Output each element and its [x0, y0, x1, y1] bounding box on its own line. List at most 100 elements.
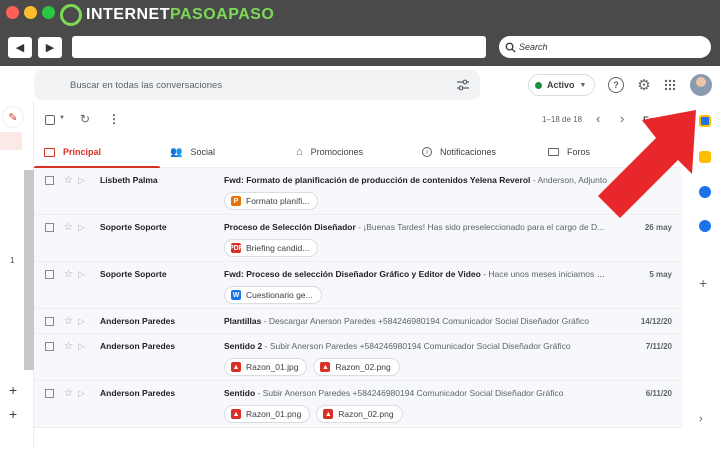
important-marker-icon[interactable]: ▷ [78, 175, 100, 186]
tab-promociones[interactable]: ⌂ Promociones [286, 136, 412, 168]
select-menu-chevron-icon[interactable]: ▼ [59, 115, 65, 121]
attachment-name: Razon_02.png [338, 409, 394, 419]
category-tabs: Principal 👥 Social ⌂ Promociones i Notifica… [34, 136, 682, 169]
file-type-icon: ▲ [320, 362, 331, 372]
email-subject: Sentido 2 [224, 341, 263, 351]
email-subject-line: Proceso de Selección Diseñador - ¡Buenas… [224, 222, 608, 232]
star-icon[interactable]: ☆ [64, 222, 78, 233]
important-marker-icon[interactable]: ▷ [78, 388, 100, 399]
attachment-name: Formato planifi... [246, 196, 310, 206]
attachment-list: W Cuestionario ge... [224, 286, 682, 308]
status-dropdown[interactable]: Activo ▼ [528, 74, 595, 96]
email-subject-line: Sentido 2 - Subir Anerson Paredes +58424… [224, 341, 608, 351]
star-icon[interactable]: ☆ [64, 175, 78, 186]
mail-search-placeholder: Buscar en todas las conversaciones [70, 79, 223, 91]
attachment-name: Razon_01.png [246, 409, 302, 419]
important-marker-icon[interactable]: ▷ [78, 222, 100, 233]
add-label-icon[interactable]: + [9, 382, 17, 398]
tab-label: Notificaciones [440, 147, 497, 157]
email-sender: Anderson Paredes [100, 316, 176, 326]
expand-panel-icon[interactable]: › [699, 413, 703, 425]
email-snippet: - Subir Anerson Paredes +584246980194 Co… [255, 388, 564, 398]
email-row[interactable]: ☆ ▷ Anderson Paredes Sentido 2 - Subir Aner… [34, 334, 682, 381]
back-button[interactable]: ◀ [8, 37, 32, 58]
email-row[interactable]: ☆ ▷ Anderson Paredes Sentido - Subir Anerso… [34, 381, 682, 428]
left-scrollbar[interactable] [24, 170, 34, 370]
forward-button[interactable]: ▶ [38, 37, 62, 58]
email-subject: Sentido [224, 388, 256, 398]
mail-search-input[interactable]: Buscar en todas las conversaciones [34, 70, 480, 100]
minimize-window-icon[interactable] [24, 6, 37, 19]
tab-social[interactable]: 👥 Social [160, 136, 286, 168]
email-row[interactable]: ☆ ▷ Soporte Soporte Fwd: Proceso de selecci… [34, 262, 682, 309]
attachment-chip[interactable]: P Formato planifi... [224, 192, 319, 210]
row-checkbox[interactable] [45, 175, 54, 185]
active-status-icon [535, 81, 542, 89]
settings-gear-icon[interactable]: ⚙ [635, 76, 653, 94]
help-icon[interactable]: ? [608, 77, 624, 93]
select-all-checkbox[interactable] [45, 115, 55, 125]
email-row[interactable]: ☆ ▷ Soporte Soporte Proceso de Selección Di… [34, 215, 682, 262]
chevron-down-icon: ▼ [579, 81, 587, 89]
row-checkbox[interactable] [45, 388, 54, 398]
compose-pencil-icon[interactable]: ✎ [2, 106, 24, 128]
list-toolbar: ▼ ↻ ⋮ 1–18 de 18 ‹ › Es ▼ [34, 106, 682, 134]
important-marker-icon[interactable]: ▷ [78, 341, 100, 352]
file-type-icon: P [231, 196, 241, 206]
email-row[interactable]: ☆ ▷ Anderson Paredes Plantillas - Descargar… [34, 309, 682, 334]
email-sender: Soporte Soporte [100, 269, 167, 279]
info-icon: i [422, 147, 432, 157]
browser-search-input[interactable]: Search [499, 36, 711, 58]
tab-label: Principal [63, 147, 102, 157]
star-icon[interactable]: ☆ [64, 341, 78, 352]
pagination-label: 1–18 de 18 [542, 115, 583, 124]
avatar[interactable] [690, 74, 712, 96]
email-row[interactable]: ☆ ▷ Lisbeth Palma Fwd: Formato de planifica… [34, 168, 682, 215]
attachment-list: ▲ Razon_01.png ▲ Razon_02.png [224, 405, 682, 427]
apps-grid-icon[interactable] [664, 79, 676, 91]
left-count: 1 [10, 256, 15, 265]
tab-notificaciones[interactable]: i Notificaciones [412, 136, 538, 168]
tab-label: Social [190, 147, 215, 157]
email-sender: Lisbeth Palma [100, 175, 158, 185]
row-checkbox[interactable] [45, 222, 54, 232]
forward-icon: ▶ [45, 42, 55, 54]
attachment-list: PDF Briefing candid... [224, 239, 682, 261]
close-window-icon[interactable] [6, 6, 19, 19]
back-icon: ◀ [15, 42, 25, 54]
attachment-chip[interactable]: PDF Briefing candid... [224, 239, 319, 257]
row-checkbox[interactable] [45, 316, 54, 326]
attachment-chip[interactable]: ▲ Razon_02.png [313, 358, 400, 376]
email-date: 6/11/20 [645, 388, 672, 398]
important-marker-icon[interactable]: ▷ [78, 316, 100, 327]
more-options-icon[interactable]: ⋮ [108, 112, 120, 126]
attachment-chip[interactable]: ▲ Razon_01.png [224, 405, 311, 423]
maximize-window-icon[interactable] [42, 6, 55, 19]
email-snippet: - ¡Buenas Tardes! Has sido preselecciona… [355, 222, 605, 232]
refresh-icon[interactable]: ↻ [80, 112, 90, 126]
row-checkbox[interactable] [45, 341, 54, 351]
pointer-arrow-overlay [598, 110, 696, 218]
url-bar[interactable] [72, 36, 486, 58]
email-snippet: - Subir Anerson Paredes +584246980194 Co… [262, 341, 571, 351]
logo-mark-icon [60, 4, 82, 26]
forum-icon [548, 148, 559, 156]
file-type-icon: W [231, 290, 241, 300]
attachment-name: Razon_02.png [335, 362, 391, 372]
get-addons-icon[interactable]: + [699, 275, 707, 291]
add-meet-icon[interactable]: + [9, 406, 17, 422]
email-snippet: - Descargar Anerson Paredes +58424698019… [261, 316, 590, 326]
attachment-chip[interactable]: ▲ Razon_01.jpg [224, 358, 308, 376]
search-options-icon[interactable] [456, 79, 470, 91]
important-marker-icon[interactable]: ▷ [78, 269, 100, 280]
star-icon[interactable]: ☆ [64, 388, 78, 399]
logo-text-accent: PASOAPASO [170, 6, 275, 23]
star-icon[interactable]: ☆ [64, 316, 78, 327]
file-type-icon: ▲ [323, 409, 334, 419]
star-icon[interactable]: ☆ [64, 269, 78, 280]
row-checkbox[interactable] [45, 269, 54, 279]
attachment-chip[interactable]: ▲ Razon_02.png [316, 405, 403, 423]
tab-principal[interactable]: Principal [34, 136, 160, 169]
attachment-chip[interactable]: W Cuestionario ge... [224, 286, 322, 304]
email-date: 5 may [649, 269, 672, 279]
